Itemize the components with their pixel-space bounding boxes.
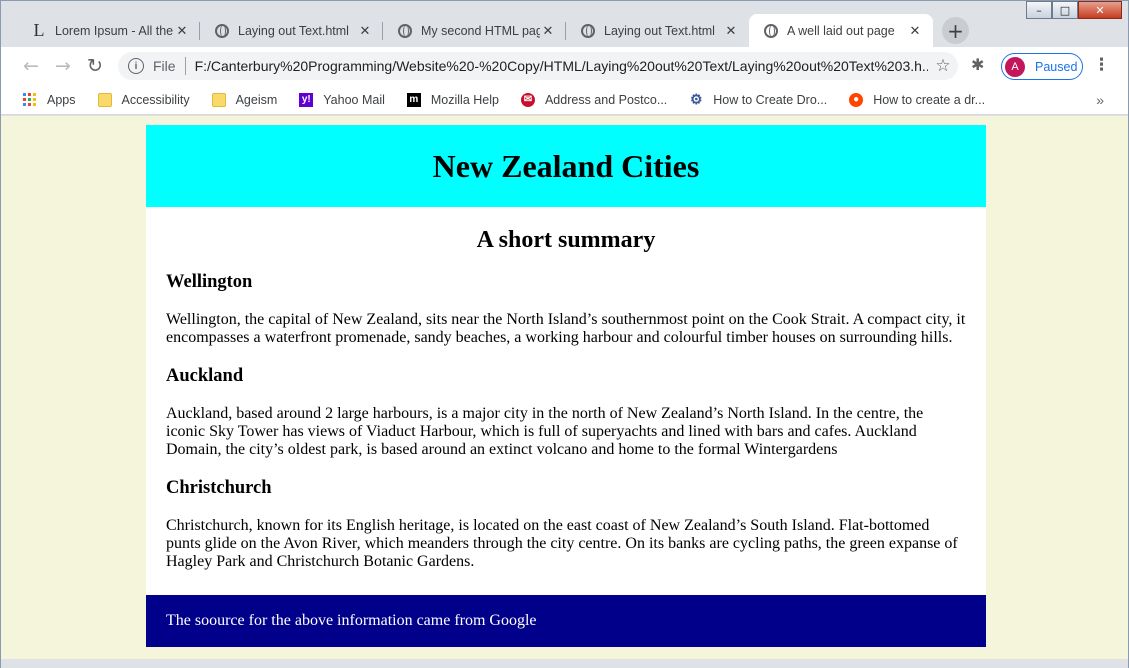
bookmark-label: Ageism xyxy=(235,92,278,107)
tab-strip: L Lorem Ipsum - All the ✕ Laying out Tex… xyxy=(1,1,1128,47)
bookmark-accessibility[interactable]: Accessibility xyxy=(97,92,190,107)
page-title: New Zealand Cities xyxy=(432,147,700,184)
avatar: A xyxy=(1005,56,1025,77)
bookmark-label: Mozilla Help xyxy=(430,92,499,107)
folder-icon xyxy=(97,92,112,107)
minimize-button[interactable]: – xyxy=(1026,1,1052,19)
page-container: New Zealand Cities A short summary Welli… xyxy=(146,125,986,647)
bookmark-mozilla-help[interactable]: m Mozilla Help xyxy=(406,92,499,107)
window-controls: – □ ✕ xyxy=(1026,1,1122,19)
bookmarks-bar: Apps Accessibility Ageism y! Yahoo Mail … xyxy=(1,85,1128,115)
close-tab-icon[interactable]: ✕ xyxy=(540,23,556,39)
reload-icon[interactable]: ↻ xyxy=(79,50,111,82)
section-text-christchurch: Christchurch, known for its English heri… xyxy=(166,517,958,570)
maximize-button[interactable]: □ xyxy=(1052,1,1078,19)
back-arrow-icon[interactable]: ← xyxy=(15,50,47,82)
browser-toolbar: ← → ↻ i File F:/Canterbury%20Programming… xyxy=(1,47,1128,85)
bookmark-how-to-create-dro[interactable]: ⚙ How to Create Dro... xyxy=(689,91,828,107)
menu-kebab-icon[interactable]: ⋮ xyxy=(1093,55,1110,75)
globe-icon xyxy=(580,23,596,39)
section-heading-auckland: Auckland xyxy=(166,366,244,386)
lorem-ipsum-icon: L xyxy=(33,20,45,40)
bookmark-address-postcode[interactable]: ✉ Address and Postco... xyxy=(520,92,668,107)
tab-title: My second HTML page xyxy=(421,23,540,38)
forward-arrow-icon[interactable]: → xyxy=(47,50,79,82)
close-window-button[interactable]: ✕ xyxy=(1078,1,1122,19)
page-footer: The soource for the above information ca… xyxy=(146,595,986,647)
profile-button[interactable]: A Paused xyxy=(1001,53,1083,80)
profile-status: Paused xyxy=(1035,59,1078,74)
bookmark-how-to-create-dr[interactable]: ● How to create a dr... xyxy=(849,92,986,107)
bookmark-ageism[interactable]: Ageism xyxy=(211,92,278,107)
new-tab-button[interactable]: + xyxy=(942,17,969,44)
yahoo-icon: y! xyxy=(299,92,314,107)
bookmark-apps[interactable]: Apps xyxy=(23,92,76,107)
globe-icon xyxy=(763,23,779,39)
section-heading-christchurch: Christchurch xyxy=(166,478,272,498)
bookmark-star-icon[interactable]: ☆ xyxy=(928,56,958,76)
tab-laying-out-text-1[interactable]: Laying out Text.html ✕ xyxy=(200,14,383,47)
close-tab-icon[interactable]: ✕ xyxy=(357,23,373,39)
bookmark-yahoo-mail[interactable]: y! Yahoo Mail xyxy=(299,92,385,107)
info-icon[interactable]: i xyxy=(128,58,144,74)
browser-window: L Lorem Ipsum - All the ✕ Laying out Tex… xyxy=(0,0,1129,668)
close-tab-icon[interactable]: ✕ xyxy=(174,23,190,39)
page-content: A short summary Wellington Wellington, t… xyxy=(146,227,986,571)
apps-grid-icon xyxy=(23,92,37,107)
summary-heading: A short summary xyxy=(476,227,656,253)
section-text-auckland: Auckland, based around 2 large harbours,… xyxy=(166,405,924,458)
section-text-wellington: Wellington, the capital of New Zealand, … xyxy=(166,311,966,346)
tab-title: Lorem Ipsum - All the xyxy=(55,23,174,38)
extensions-puzzle-icon[interactable]: ✱ xyxy=(971,55,984,74)
tab-lorem-ipsum[interactable]: L Lorem Ipsum - All the ✕ xyxy=(17,14,200,47)
footer-text: The soource for the above information ca… xyxy=(166,612,537,629)
globe-icon xyxy=(214,23,230,39)
section-heading-wellington: Wellington xyxy=(166,272,253,292)
bookmark-label: Yahoo Mail xyxy=(323,92,385,107)
reddit-icon: ● xyxy=(849,92,864,107)
globe-icon xyxy=(397,23,413,39)
mail-icon: ✉ xyxy=(520,92,535,107)
tab-second-html-page[interactable]: My second HTML page ✕ xyxy=(383,14,566,47)
bookmark-label: Accessibility xyxy=(121,92,190,107)
window-bottom-border xyxy=(1,659,1128,668)
url-text[interactable]: F:/Canterbury%20Programming/Website%20-%… xyxy=(195,58,928,74)
close-tab-icon[interactable]: ✕ xyxy=(723,23,739,39)
address-bar[interactable]: i File F:/Canterbury%20Programming/Websi… xyxy=(118,52,958,80)
page-viewport: New Zealand Cities A short summary Welli… xyxy=(1,116,1128,659)
bookmark-label: Apps xyxy=(47,92,76,107)
mozilla-icon: m xyxy=(406,92,421,107)
folder-icon xyxy=(211,92,226,107)
bookmark-label: Address and Postco... xyxy=(544,92,668,107)
gear-icon: ⚙ xyxy=(689,91,703,107)
tab-title: Laying out Text.html xyxy=(604,23,715,38)
page-header: New Zealand Cities xyxy=(146,125,986,207)
tab-well-laid-out-page[interactable]: A well laid out page ✕ xyxy=(749,14,933,47)
tab-title: A well laid out page xyxy=(787,23,895,38)
bookmark-label: How to create a dr... xyxy=(873,92,986,107)
tab-title: Laying out Text.html xyxy=(238,23,349,38)
bookmark-label: How to Create Dro... xyxy=(713,92,828,107)
omnibox-divider xyxy=(184,57,186,75)
tab-laying-out-text-2[interactable]: Laying out Text.html ✕ xyxy=(566,14,749,47)
close-tab-icon[interactable]: ✕ xyxy=(907,23,923,39)
protocol-label: File xyxy=(153,58,176,74)
bookmarks-overflow-icon[interactable]: » xyxy=(1096,92,1104,108)
